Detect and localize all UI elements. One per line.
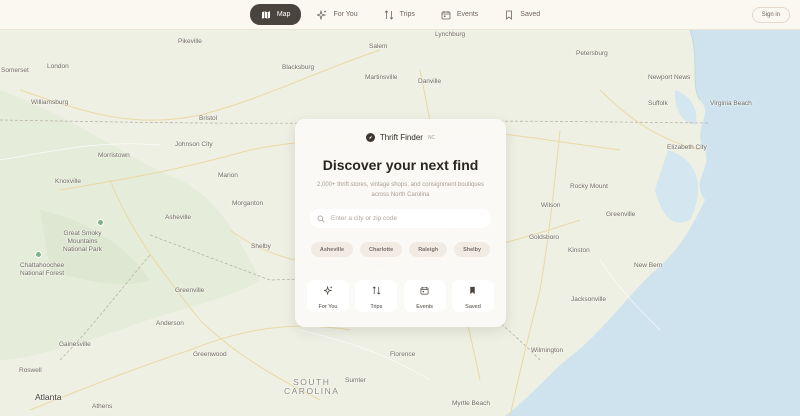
compass-icon xyxy=(365,133,375,142)
map-label-atlanta: Atlanta xyxy=(35,392,62,402)
chip-asheville[interactable]: Asheville xyxy=(310,242,354,257)
park-pin-chattahoochee[interactable] xyxy=(35,251,42,258)
tile-trips-label: Trips xyxy=(370,304,383,310)
map-label-marion: Marion xyxy=(218,172,238,179)
map-label-new-bern: New Bern xyxy=(634,262,663,269)
map-label-florence: Florence xyxy=(390,351,416,358)
nav-for-you[interactable]: For You xyxy=(307,5,367,25)
map-label-bristol: Bristol xyxy=(199,115,218,122)
map-label-williamsburg: Williamsburg xyxy=(31,99,69,106)
map-label-sumter: Sumter xyxy=(345,377,366,384)
map-label-salem: Salem xyxy=(369,43,388,50)
map-label-kinston: Kinston xyxy=(568,247,590,254)
nav-map[interactable]: Map xyxy=(249,4,302,25)
nav-events-label: Events xyxy=(456,11,479,18)
map-label-jacksonville: Jacksonville xyxy=(571,296,607,303)
map-label-south-carolina-text: SOUTH CAROLINA xyxy=(284,377,340,396)
city-chips: Asheville Charlotte Raleigh Shelby xyxy=(295,242,506,257)
map-icon xyxy=(261,10,271,20)
route-icon xyxy=(384,9,394,20)
tile-trips[interactable]: Trips xyxy=(355,280,398,312)
tile-events-label: Events xyxy=(416,304,434,310)
map-label-greenwood: Greenwood xyxy=(193,351,227,358)
map-label-somerset: Somerset xyxy=(1,67,29,74)
nav-map-label: Map xyxy=(276,11,291,18)
map-label-petersburg: Petersburg xyxy=(576,50,608,57)
nav-saved-label: Saved xyxy=(520,11,541,18)
map-label-pikeville: Pikeville xyxy=(178,38,202,45)
nav-trips-label: Trips xyxy=(399,11,415,18)
region-badge: NC xyxy=(427,134,436,141)
search-icon xyxy=(317,215,325,223)
map-label-elizabeth-city: Elizabeth City xyxy=(667,144,707,151)
map-label-martinsville: Martinsville xyxy=(365,74,398,81)
headline: Discover your next find xyxy=(322,157,479,173)
map-label-newport-news: Newport News xyxy=(648,74,691,81)
map-label-virginia-beach: Virginia Beach xyxy=(710,100,752,107)
tile-events[interactable]: Events xyxy=(403,280,446,312)
nav-for-you-label: For You xyxy=(333,11,358,18)
map-label-chattahoochee: Chattahoochee National Forest xyxy=(20,262,64,278)
map-label-wilson: Wilson xyxy=(541,202,561,209)
map-label-danville: Danville xyxy=(418,78,442,85)
map-label-greenville: Greenville xyxy=(175,287,205,294)
map-label-south-carolina: SOUTH CAROLINA xyxy=(284,378,339,396)
chip-shelby[interactable]: Shelby xyxy=(454,242,491,257)
calendar-icon xyxy=(441,10,451,20)
search-input[interactable] xyxy=(331,215,481,222)
map-label-great-smoky-text: Great Smoky Mountains National Park xyxy=(63,230,103,253)
tile-for-you[interactable]: For You xyxy=(307,280,349,312)
nav-saved[interactable]: Saved xyxy=(494,5,550,25)
main-nav: Map For You Trips Events Saved xyxy=(249,4,550,25)
map-label-suffolk: Suffolk xyxy=(648,100,668,107)
chip-charlotte[interactable]: Charlotte xyxy=(360,242,403,257)
map-label-chattahoochee-text: Chattahoochee National Forest xyxy=(20,262,65,277)
discover-card: Thrift Finder NC Discover your next find… xyxy=(295,119,506,327)
map-label-morganton: Morganton xyxy=(232,200,264,207)
bookmark-icon xyxy=(468,282,477,300)
park-pin-smoky[interactable] xyxy=(97,219,104,226)
map-label-great-smoky: Great Smoky Mountains National Park xyxy=(63,230,102,254)
route-icon xyxy=(372,282,381,300)
subtitle: 2,000+ thrift stores, vintage shops, and… xyxy=(317,182,484,198)
map-label-shelby: Shelby xyxy=(251,243,271,250)
sparkle-icon xyxy=(317,9,327,20)
map-label-morristown: Morristown xyxy=(98,152,130,159)
map-label-roswell: Roswell xyxy=(19,367,42,374)
map-label-gainesville: Gainesville xyxy=(59,341,91,348)
chip-raleigh[interactable]: Raleigh xyxy=(409,242,448,257)
brand: Thrift Finder NC xyxy=(295,133,506,142)
map-label-anderson: Anderson xyxy=(156,320,184,327)
map-label-rocky-mount: Rocky Mount xyxy=(570,183,608,190)
brand-name: Thrift Finder xyxy=(379,133,423,142)
calendar-icon xyxy=(420,282,429,300)
nav-events[interactable]: Events xyxy=(431,5,488,25)
map-label-wilmington: Wilmington xyxy=(531,347,564,354)
map-label-lynchburg: Lynchburg xyxy=(435,31,466,38)
map-label-myrtle-beach: Myrtle Beach xyxy=(452,400,490,407)
map-label-johnson-city: Johnson City xyxy=(175,141,213,148)
map-label-greenville-nc: Greenville xyxy=(606,211,636,218)
top-nav-bar: Map For You Trips Events Saved Sign in xyxy=(0,0,800,30)
map-label-goldsboro: Goldsboro xyxy=(529,234,559,241)
sign-in-button[interactable]: Sign in xyxy=(751,7,790,23)
map-label-knoxville: Knoxville xyxy=(55,178,82,185)
sparkle-icon xyxy=(322,282,333,300)
map-label-athens: Athens xyxy=(92,403,113,410)
tile-saved-label: Saved xyxy=(465,304,481,310)
search-box[interactable] xyxy=(310,209,491,228)
nav-trips[interactable]: Trips xyxy=(374,5,425,25)
bookmark-icon xyxy=(504,10,514,20)
map-label-blacksburg: Blacksburg xyxy=(282,64,315,71)
map-label-london: London xyxy=(47,63,69,70)
map-label-asheville: Asheville xyxy=(165,214,192,221)
tile-saved[interactable]: Saved xyxy=(451,280,494,312)
quick-tiles: For You Trips Events Saved xyxy=(307,280,494,312)
tile-for-you-label: For You xyxy=(318,304,338,310)
